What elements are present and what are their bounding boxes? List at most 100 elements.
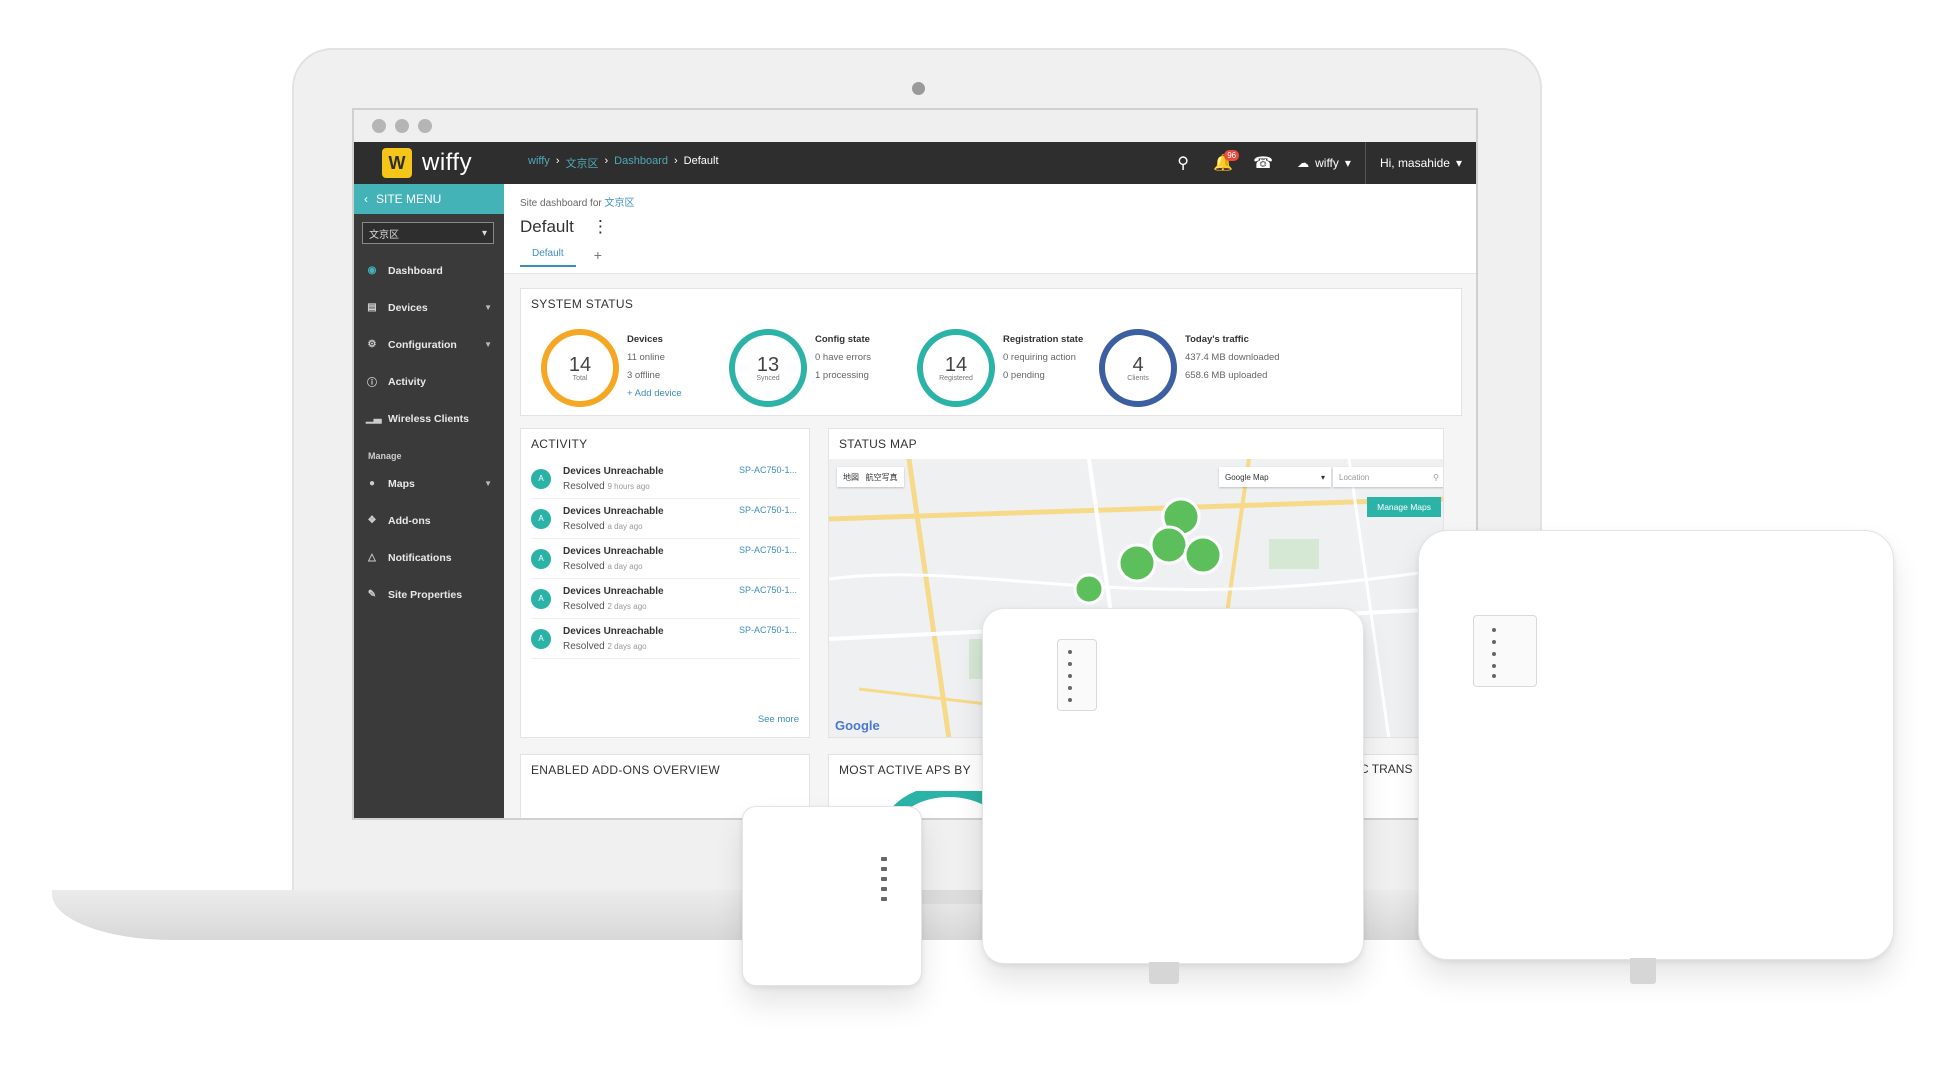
config-processing: 1 processing [815,370,869,381]
breadcrumb-site[interactable]: 文京区 [565,155,598,171]
activity-device-link[interactable]: SP-AC750-1... [739,465,797,475]
sidebar-item-label: Devices [388,301,428,314]
support-icon[interactable]: ☎ [1243,153,1283,173]
sidebar-item-label: Notifications [388,551,452,564]
app-logo[interactable]: W wiffy [354,142,504,184]
breadcrumb-dashboard[interactable]: Dashboard [614,155,668,171]
sidebar-item-maps[interactable]: ● Maps ▼ [354,465,504,502]
activity-time: 9 hours ago [607,481,650,491]
see-more-link[interactable]: See more [758,714,799,725]
registration-ring[interactable]: 14 Registered [917,329,995,407]
activity-card: ACTIVITY A Devices Unreachable Resolved 9… [520,428,810,738]
list-item[interactable]: A Devices Unreachable Resolved a day ago … [531,499,799,539]
activity-time: a day ago [607,521,643,531]
access-point-medium [982,608,1364,964]
window-maximize-dot[interactable] [418,119,432,133]
user-menu[interactable]: Hi, masahide ▾ [1364,142,1476,184]
activity-title-text: Devices Unreachable [563,545,664,557]
activity-title-text: Devices Unreachable [563,465,664,477]
map-provider-select[interactable]: Google Map ▾ [1219,467,1331,487]
bell-icon[interactable]: 🔔 96 [1203,150,1243,173]
avatar: A [531,628,551,649]
site-select[interactable]: 文京区 ▾ [362,222,494,244]
activity-device-link[interactable]: SP-AC750-1... [739,625,797,635]
list-item[interactable]: A Devices Unreachable Resolved 2 days ago… [531,579,799,619]
addons-title: ENABLED ADD-ONS OVERVIEW [531,763,721,777]
devices-heading: Devices [627,334,663,345]
sidebar-item-dashboard[interactable]: ◉ Dashboard [354,252,504,289]
sidebar-item-devices[interactable]: ▤ Devices ▼ [354,289,504,326]
bell-icon: △ [368,552,376,563]
sidebar-item-notifications[interactable]: △ Notifications [354,539,504,576]
map-provider-value: Google Map [1225,472,1269,482]
activity-resolved: Resolved [563,560,605,572]
activity-device-link[interactable]: SP-AC750-1... [739,505,797,515]
add-tab-button[interactable]: + [594,247,602,267]
map-type-map[interactable]: 地図 [843,472,859,483]
chevron-down-icon: ▾ [1455,156,1462,170]
avatar: A [531,468,551,489]
devices-ring[interactable]: 14 Total [541,329,619,407]
activity-time: 2 days ago [607,601,647,611]
clients-ring[interactable]: 4 Clients [1099,329,1177,407]
list-item[interactable]: A Devices Unreachable Resolved 9 hours ag… [531,459,799,499]
tab-default[interactable]: Default [520,248,576,267]
avatar: A [531,548,551,569]
config-info: Config state 0 have errors 1 processing [815,329,871,407]
list-item[interactable]: A Devices Unreachable Resolved a day ago … [531,539,799,579]
manage-maps-button[interactable]: Manage Maps [1367,497,1441,517]
wiffy-logo-icon: W [382,148,412,178]
led-indicator-panel [1057,639,1097,711]
map-type-satellite[interactable]: 航空写真 [866,472,898,483]
status-map-title: STATUS MAP [839,437,917,451]
sidebar-item-site-properties[interactable]: ✎ Site Properties [354,576,504,613]
top-nav-bar: W wiffy wiffy › 文京区 › Dashboard › Default ⚲… [354,142,1476,184]
activity-resolved: Resolved [563,600,605,612]
activity-device-link[interactable]: SP-AC750-1... [739,585,797,595]
dashboard-tabs: Default + [520,247,1476,267]
traffic-heading: Today's traffic [1185,334,1249,345]
sidebar-item-configuration[interactable]: ⚙ Configuration ▼ [354,326,504,363]
signal-icon: ▁▃ [366,413,382,424]
map-pin-icon: ● [368,478,376,489]
more-vertical-icon[interactable]: ⋮ [592,217,609,237]
registration-action: 0 requiring action [1003,352,1076,363]
devices-online: 11 online [627,352,665,363]
site-menu-header[interactable]: ‹ SITE MENU [354,184,504,214]
window-close-dot[interactable] [372,119,386,133]
activity-resolved: Resolved [563,640,605,652]
activity-device-link[interactable]: SP-AC750-1... [739,545,797,555]
chevron-down-icon: ▼ [484,303,492,312]
config-ring[interactable]: 13 Synced [729,329,807,407]
activity-resolved: Resolved [563,520,605,532]
top-right-controls: ⚲ 🔔 96 ☎ ☁ wiffy ▾ Hi, masahide ▾ [1163,142,1476,184]
registration-stat: 14 Registered Registration state 0 requi… [917,329,1083,407]
avatar: A [531,588,551,609]
clients-ring-label: Clients [1127,374,1149,382]
activity-resolved: Resolved [563,480,605,492]
chevron-down-icon: ▾ [1344,156,1351,170]
notification-badge: 96 [1224,150,1240,161]
gear-icon: ⚙ [367,339,377,350]
sidebar-item-activity[interactable]: ⓘ Activity [354,363,504,400]
breadcrumb-wiffy[interactable]: wiffy [528,155,550,171]
site-link[interactable]: 文京区 [605,198,635,209]
window-minimize-dot[interactable] [395,119,409,133]
sidebar-item-wireless-clients[interactable]: ▁▃ Wireless Clients [354,400,504,437]
list-item[interactable]: A Devices Unreachable Resolved 2 days ago… [531,619,799,659]
logo-text: wiffy [422,149,473,176]
sidebar-item-label: Configuration [388,338,457,351]
cloud-account-menu[interactable]: ☁ wiffy ▾ [1283,156,1365,170]
search-icon[interactable]: ⚲ [1163,153,1203,173]
browser-bar [354,110,1476,143]
map-type-toggle[interactable]: 地図 航空写真 [837,467,904,487]
sidebar-item-add-ons[interactable]: ❖ Add-ons [354,502,504,539]
map-location-input[interactable]: Location ⚲ [1333,467,1443,487]
devices-info: Devices 11 online 3 offline + Add device [627,329,682,407]
camera-icon [912,82,925,95]
registration-info: Registration state 0 requiring action 0 … [1003,329,1083,407]
add-device-link[interactable]: + Add device [627,385,682,403]
chevron-left-icon: ‹ [364,192,368,206]
sidebar-item-label: Dashboard [388,264,443,277]
devices-icon: ▤ [367,302,377,313]
